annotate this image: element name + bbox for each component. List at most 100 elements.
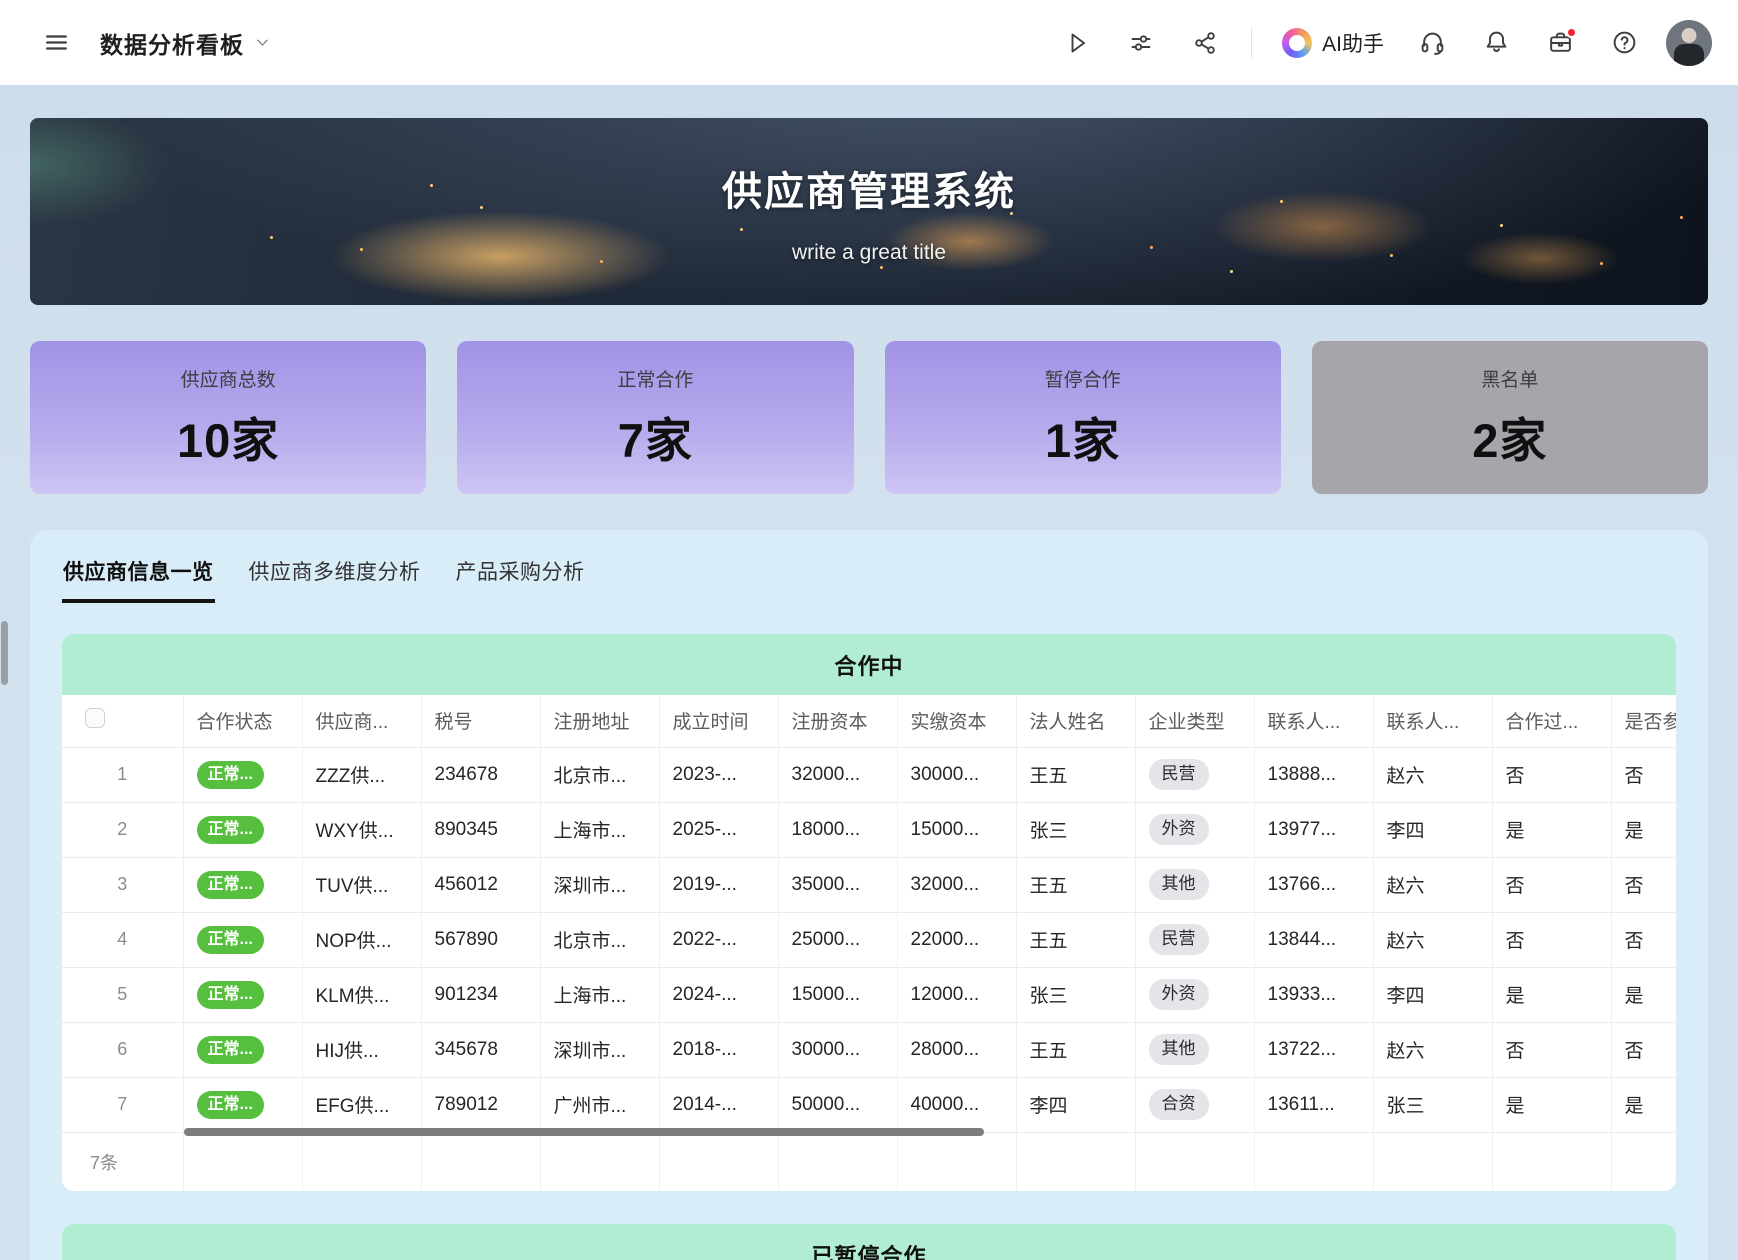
cell-tax_no: 345678 — [421, 1022, 540, 1077]
dashboard-title-dropdown[interactable]: 数据分析看板 — [100, 26, 271, 60]
cell-supplier: KLM供... — [302, 967, 421, 1022]
cell-paid_capital: 40000... — [897, 1077, 1016, 1132]
column-header[interactable]: 注册资本 — [778, 695, 897, 747]
cell-address: 广州市... — [540, 1077, 659, 1132]
column-header[interactable]: 法人姓名 — [1016, 695, 1135, 747]
analysis-panel: 供应商信息一览供应商多维度分析产品采购分析 合作中 合作状态供应商...税号注册… — [30, 530, 1708, 1260]
help-button[interactable] — [1602, 21, 1646, 65]
column-header[interactable]: 是否参 — [1611, 695, 1676, 747]
column-header[interactable]: 联系人... — [1373, 695, 1492, 747]
table-row[interactable]: 1正常...ZZZ供...234678北京市...2023-...32000..… — [62, 747, 1676, 802]
cell-legal_name: 王五 — [1016, 912, 1135, 967]
status-badge: 正常... — [197, 1036, 264, 1064]
cell-paid_capital: 28000... — [897, 1022, 1016, 1077]
record-count: 7条 — [62, 1132, 183, 1191]
share-button[interactable] — [1183, 21, 1227, 65]
column-header[interactable]: 企业类型 — [1135, 695, 1254, 747]
cell-legal_name: 王五 — [1016, 1022, 1135, 1077]
notifications-button[interactable] — [1474, 21, 1518, 65]
column-header[interactable]: 供应商... — [302, 695, 421, 747]
cell-paid_capital: 15000... — [897, 802, 1016, 857]
footer-cell — [1492, 1132, 1611, 1191]
tab-1[interactable]: 供应商多维度分析 — [248, 550, 422, 603]
cell-coop_history: 否 — [1492, 912, 1611, 967]
cell-legal_name: 张三 — [1016, 802, 1135, 857]
cell-supplier: TUV供... — [302, 857, 421, 912]
footer-cell — [1254, 1132, 1373, 1191]
cell-founded: 2014-... — [659, 1077, 778, 1132]
run-button[interactable] — [1055, 21, 1099, 65]
status-cell: 正常... — [183, 747, 302, 802]
row-number: 3 — [62, 857, 183, 912]
inbox-button[interactable] — [1538, 21, 1582, 65]
stat-label: 正常合作 — [617, 365, 693, 392]
cell-participated: 否 — [1611, 912, 1676, 967]
company_type-cell: 外资 — [1135, 802, 1254, 857]
table-row[interactable]: 4正常...NOP供...567890北京市...2022-...25000..… — [62, 912, 1676, 967]
cell-participated: 否 — [1611, 747, 1676, 802]
cell-paid_capital: 30000... — [897, 747, 1016, 802]
vertical-scrollbar-thumb[interactable] — [1, 621, 8, 685]
table-row[interactable]: 5正常...KLM供...901234上海市...2024-...15000..… — [62, 967, 1676, 1022]
row-number: 7 — [62, 1077, 183, 1132]
column-header[interactable]: 联系人... — [1254, 695, 1373, 747]
cell-coop_history: 否 — [1492, 747, 1611, 802]
stat-cards: 供应商总数 10家 正常合作 7家 暂停合作 1家 黑名单 2家 — [30, 341, 1708, 494]
cell-address: 北京市... — [540, 747, 659, 802]
column-header[interactable]: 合作过... — [1492, 695, 1611, 747]
stat-label: 供应商总数 — [181, 365, 276, 392]
menu-button[interactable] — [34, 21, 78, 65]
footer-cell — [1016, 1132, 1135, 1191]
status-badge: 正常... — [197, 816, 264, 844]
stat-value: 7家 — [618, 402, 693, 471]
support-button[interactable] — [1410, 21, 1454, 65]
tab-bar: 供应商信息一览供应商多维度分析产品采购分析 — [62, 550, 1676, 603]
stat-card-1[interactable]: 正常合作 7家 — [457, 341, 853, 494]
status-badge: 正常... — [197, 761, 264, 789]
cell-contact_phone: 13933... — [1254, 967, 1373, 1022]
cell-coop_history: 否 — [1492, 857, 1611, 912]
company_type-cell: 民营 — [1135, 747, 1254, 802]
stat-card-3[interactable]: 黑名单 2家 — [1312, 341, 1708, 494]
cell-address: 深圳市... — [540, 1022, 659, 1077]
row-number: 1 — [62, 747, 183, 802]
status-badge: 正常... — [197, 981, 264, 1009]
user-avatar[interactable] — [1666, 20, 1712, 66]
row-number: 4 — [62, 912, 183, 967]
company_type-cell: 其他 — [1135, 1022, 1254, 1077]
cell-reg_capital: 50000... — [778, 1077, 897, 1132]
table-row[interactable]: 6正常...HIJ供...345678深圳市...2018-...30000..… — [62, 1022, 1676, 1077]
bell-icon — [1483, 29, 1510, 56]
stat-label: 暂停合作 — [1045, 365, 1121, 392]
ai-assistant-button[interactable]: AI助手 — [1276, 28, 1390, 58]
company_type-cell: 外资 — [1135, 967, 1254, 1022]
ai-assistant-label: AI助手 — [1322, 28, 1384, 58]
stat-card-0[interactable]: 供应商总数 10家 — [30, 341, 426, 494]
column-header[interactable]: 成立时间 — [659, 695, 778, 747]
cell-coop_history: 是 — [1492, 1077, 1611, 1132]
column-header[interactable]: 实缴资本 — [897, 695, 1016, 747]
table-row[interactable]: 3正常...TUV供...456012深圳市...2019-...35000..… — [62, 857, 1676, 912]
cell-contact_phone: 13766... — [1254, 857, 1373, 912]
horizontal-scrollbar-thumb[interactable] — [184, 1128, 984, 1136]
stat-value: 1家 — [1045, 402, 1120, 471]
cooperating-table-card: 合作中 合作状态供应商...税号注册地址成立时间注册资本实缴资本法人姓名企业类型… — [62, 634, 1676, 1191]
column-header[interactable]: 税号 — [421, 695, 540, 747]
cell-tax_no: 890345 — [421, 802, 540, 857]
tab-2[interactable]: 产品采购分析 — [455, 550, 586, 603]
column-header[interactable]: 注册地址 — [540, 695, 659, 747]
table-row[interactable]: 2正常...WXY供...890345上海市...2025-...18000..… — [62, 802, 1676, 857]
stat-value: 2家 — [1472, 402, 1547, 471]
stat-card-2[interactable]: 暂停合作 1家 — [885, 341, 1281, 494]
notification-dot — [1566, 27, 1577, 38]
settings-button[interactable] — [1119, 21, 1163, 65]
select-all-checkbox[interactable] — [85, 708, 105, 728]
table-title: 合作中 — [62, 634, 1676, 695]
cell-contact_name: 赵六 — [1373, 912, 1492, 967]
tab-0[interactable]: 供应商信息一览 — [62, 550, 215, 603]
cell-contact_name: 李四 — [1373, 802, 1492, 857]
column-header[interactable]: 合作状态 — [183, 695, 302, 747]
cell-founded: 2019-... — [659, 857, 778, 912]
table-row[interactable]: 7正常...EFG供...789012广州市...2014-...50000..… — [62, 1077, 1676, 1132]
status-badge: 正常... — [197, 1091, 264, 1119]
